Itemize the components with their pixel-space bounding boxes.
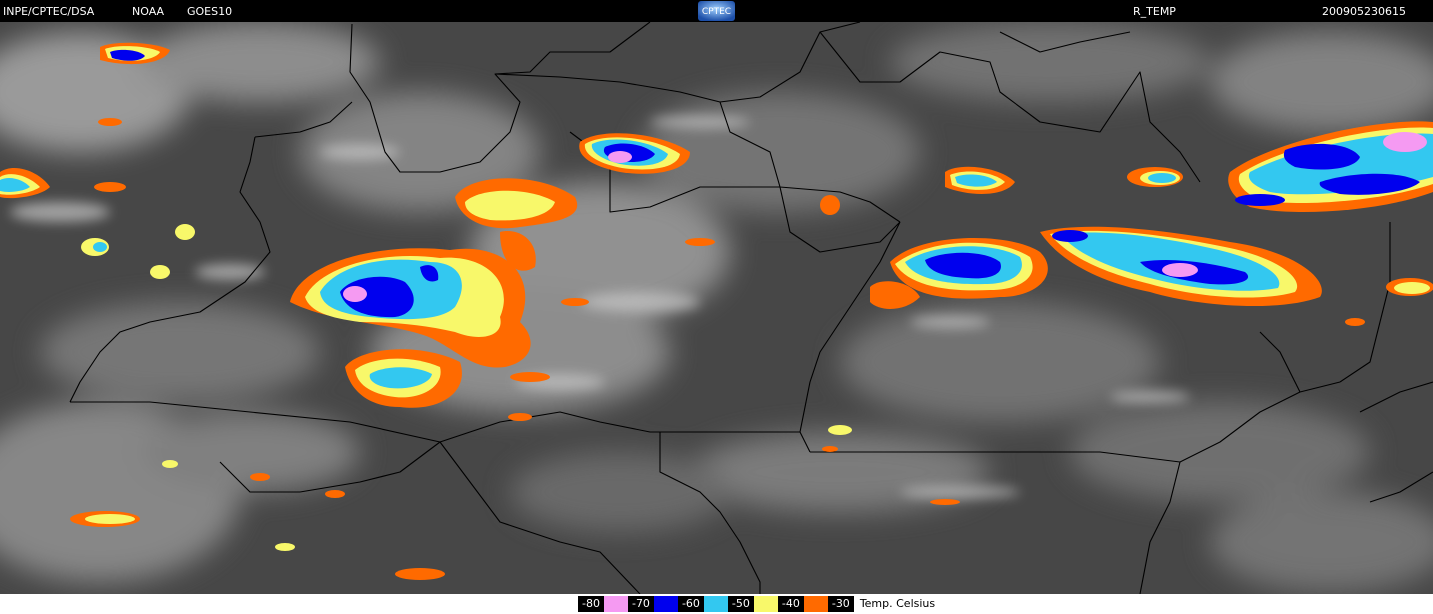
legend-item: -80	[578, 596, 628, 612]
legend-label: -70	[627, 596, 654, 612]
product-label: R_TEMP	[1133, 5, 1176, 18]
logo-text: CPTEC	[702, 7, 731, 17]
legend-swatch	[603, 596, 628, 612]
legend-swatch	[803, 596, 828, 612]
cptec-logo: CPTEC	[698, 1, 735, 21]
legend-label: -40	[777, 596, 804, 612]
temperature-legend: -80 -70 -60 -50 -40 -30 Temp. Celsius	[578, 596, 935, 612]
legend-label: -30	[827, 596, 854, 612]
satellite-image	[0, 22, 1433, 594]
legend-item: -30	[827, 596, 854, 612]
legend-unit: Temp. Celsius	[859, 597, 936, 610]
agency-label: NOAA	[132, 5, 165, 18]
org-label: INPE/CPTEC/DSA	[3, 5, 95, 18]
satellite-map	[0, 22, 1433, 594]
legend-item: -70	[627, 596, 678, 612]
satellite-label: GOES10	[187, 5, 233, 18]
legend-item: -60	[677, 596, 728, 612]
legend-label: -80	[578, 596, 604, 612]
legend-label: -50	[727, 596, 754, 612]
legend-swatch	[753, 596, 778, 612]
legend-swatch	[703, 596, 728, 612]
legend-item: -50	[727, 596, 778, 612]
header-bar: INPE/CPTEC/DSA NOAA GOES10 CPTEC R_TEMP …	[0, 0, 1433, 22]
timestamp-label: 200905230615	[1322, 5, 1406, 18]
legend-label: -60	[677, 596, 704, 612]
legend-swatch	[653, 596, 678, 612]
legend-item: -40	[777, 596, 828, 612]
